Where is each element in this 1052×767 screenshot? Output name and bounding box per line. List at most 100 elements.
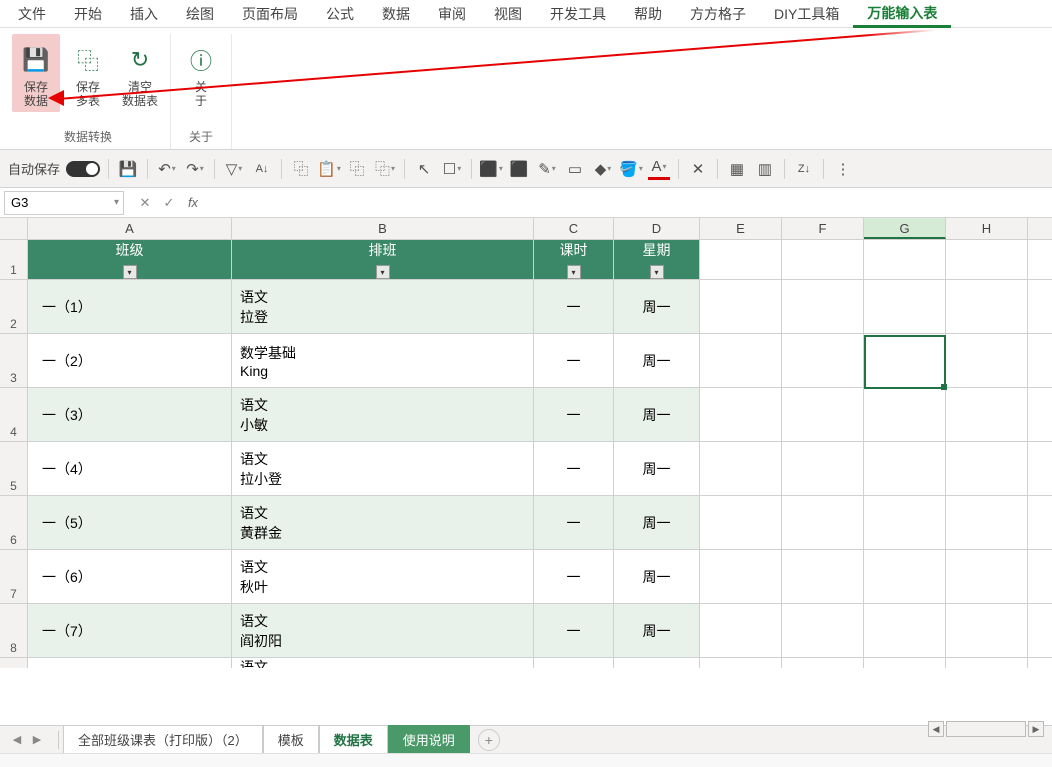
- cell[interactable]: [864, 550, 946, 603]
- row-header[interactable]: 6: [0, 496, 28, 549]
- select-all-corner[interactable]: [0, 218, 28, 239]
- cell[interactable]: 一: [534, 550, 614, 603]
- cell[interactable]: [782, 442, 864, 495]
- filter-dropdown-icon[interactable]: ▾: [376, 265, 390, 279]
- cell[interactable]: [864, 496, 946, 549]
- menu-item[interactable]: 方方格子: [676, 0, 760, 28]
- col-header-c[interactable]: C: [534, 218, 614, 239]
- cell[interactable]: 一（7）: [28, 604, 232, 657]
- sheet-tab[interactable]: 模板: [263, 725, 319, 755]
- cell[interactable]: [782, 334, 864, 387]
- copy-icon[interactable]: ⿻: [290, 158, 312, 180]
- ribbon-button[interactable]: ↻清空数据表: [116, 34, 164, 112]
- row-header[interactable]: 5: [0, 442, 28, 495]
- add-sheet-button[interactable]: +: [478, 729, 500, 751]
- menu-item[interactable]: 帮助: [620, 0, 676, 28]
- autosave-toggle[interactable]: [66, 161, 100, 177]
- cell[interactable]: 周一: [614, 604, 700, 657]
- table-header-cell[interactable]: 星期▾: [614, 240, 700, 279]
- cell[interactable]: 一（4）: [28, 442, 232, 495]
- col-header-a[interactable]: A: [28, 218, 232, 239]
- cell[interactable]: 语文拉登: [232, 280, 534, 333]
- freeze-icon[interactable]: ▦: [726, 158, 748, 180]
- cursor-icon[interactable]: ↖: [413, 158, 435, 180]
- image-icon[interactable]: ▭: [564, 158, 586, 180]
- fill-icon[interactable]: 🪣: [620, 158, 642, 180]
- cell[interactable]: [864, 442, 946, 495]
- menu-item[interactable]: 开始: [60, 0, 116, 28]
- cell[interactable]: 语文: [232, 658, 534, 668]
- row-header[interactable]: 4: [0, 388, 28, 441]
- cell[interactable]: 语文阎初阳: [232, 604, 534, 657]
- scroll-left-icon[interactable]: ◀: [928, 721, 944, 737]
- cell[interactable]: [946, 442, 1028, 495]
- table-header-cell[interactable]: 班级▾: [28, 240, 232, 279]
- menu-item[interactable]: 开发工具: [536, 0, 620, 28]
- cell[interactable]: [946, 496, 1028, 549]
- clear-icon[interactable]: ✕: [687, 158, 709, 180]
- sort-icon[interactable]: A↓: [251, 158, 273, 180]
- table-header-cell[interactable]: 课时▾: [534, 240, 614, 279]
- ribbon-button[interactable]: ⿻保存多表: [64, 34, 112, 112]
- cell[interactable]: 语文小敏: [232, 388, 534, 441]
- scroll-track[interactable]: [946, 721, 1026, 737]
- cell[interactable]: 一（1）: [28, 280, 232, 333]
- cell[interactable]: [864, 604, 946, 657]
- cell[interactable]: [700, 388, 782, 441]
- cell[interactable]: [700, 496, 782, 549]
- col-header-e[interactable]: E: [700, 218, 782, 239]
- cell[interactable]: [700, 240, 782, 279]
- cell[interactable]: 语文黄群金: [232, 496, 534, 549]
- row-header[interactable]: [0, 658, 28, 668]
- cell[interactable]: [782, 550, 864, 603]
- cell[interactable]: [534, 658, 614, 668]
- sort-az-icon[interactable]: Z↓: [793, 158, 815, 180]
- row-header[interactable]: 3: [0, 334, 28, 387]
- filter-dropdown-icon[interactable]: ▾: [567, 265, 581, 279]
- cell[interactable]: [864, 334, 946, 387]
- filter-icon[interactable]: ▽: [223, 158, 245, 180]
- col-header-f[interactable]: F: [782, 218, 864, 239]
- cell[interactable]: [864, 658, 946, 668]
- cell[interactable]: [782, 658, 864, 668]
- pen-icon[interactable]: ✎: [536, 158, 558, 180]
- cell[interactable]: [700, 442, 782, 495]
- cell[interactable]: 一（3）: [28, 388, 232, 441]
- shape-icon[interactable]: ⬛: [480, 158, 502, 180]
- cell[interactable]: [700, 604, 782, 657]
- cell[interactable]: 周一: [614, 280, 700, 333]
- color-icon[interactable]: ◆: [592, 158, 614, 180]
- cell[interactable]: [782, 496, 864, 549]
- cell[interactable]: [782, 280, 864, 333]
- cell[interactable]: [946, 240, 1028, 279]
- row-header[interactable]: 8: [0, 604, 28, 657]
- tab-first-icon[interactable]: ◀: [8, 731, 26, 749]
- ribbon-button[interactable]: ⓘ关于: [177, 34, 225, 112]
- cell[interactable]: 语文拉小登: [232, 442, 534, 495]
- cell[interactable]: [864, 240, 946, 279]
- cell[interactable]: [782, 604, 864, 657]
- name-box[interactable]: G3: [4, 191, 124, 215]
- cell[interactable]: 周一: [614, 334, 700, 387]
- menu-item[interactable]: 审阅: [424, 0, 480, 28]
- cell[interactable]: [700, 550, 782, 603]
- cell[interactable]: 一（2）: [28, 334, 232, 387]
- cell[interactable]: [864, 388, 946, 441]
- col-header-g[interactable]: G: [864, 218, 946, 239]
- cell[interactable]: 一: [534, 496, 614, 549]
- cut-icon[interactable]: ⿻: [346, 158, 368, 180]
- confirm-icon[interactable]: ✓: [158, 192, 180, 214]
- sheet-tab[interactable]: 使用说明: [388, 725, 470, 755]
- menu-item[interactable]: 公式: [312, 0, 368, 28]
- menu-item[interactable]: 插入: [116, 0, 172, 28]
- cell[interactable]: [28, 658, 232, 668]
- cell[interactable]: [614, 658, 700, 668]
- col-header-d[interactable]: D: [614, 218, 700, 239]
- cell[interactable]: [946, 658, 1028, 668]
- row-header[interactable]: 2: [0, 280, 28, 333]
- cell[interactable]: 周一: [614, 496, 700, 549]
- cell[interactable]: [700, 658, 782, 668]
- cell[interactable]: 周一: [614, 550, 700, 603]
- cell[interactable]: 语文秋叶: [232, 550, 534, 603]
- cell[interactable]: 一: [534, 280, 614, 333]
